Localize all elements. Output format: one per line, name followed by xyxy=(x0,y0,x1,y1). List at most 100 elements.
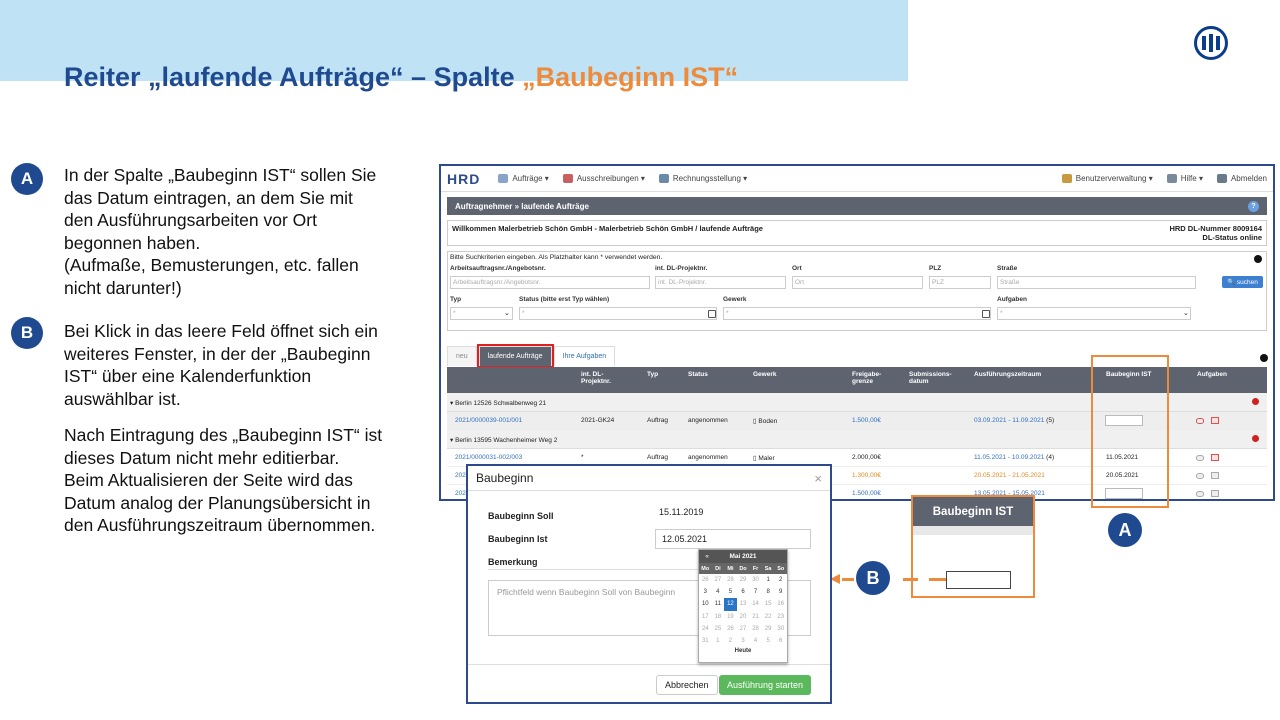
gewerk-checkbox[interactable] xyxy=(982,310,990,318)
calendar-icon[interactable] xyxy=(1211,490,1219,497)
label-strasse: Straße xyxy=(997,265,1018,272)
label-aufgaben: Aufgaben xyxy=(997,296,1027,303)
chat-icon[interactable] xyxy=(1196,455,1204,461)
calendar-day[interactable]: 23 xyxy=(774,611,787,623)
calendar-day[interactable]: 2 xyxy=(724,635,737,647)
calendar-day[interactable]: 30 xyxy=(749,574,762,586)
calendar-day[interactable]: 10 xyxy=(699,598,712,610)
zoom-empty-field[interactable] xyxy=(946,571,1011,589)
calendar-day[interactable]: 26 xyxy=(699,574,712,586)
welcome-text: Willkommen Malerbetrieb Schön GmbH - Mal… xyxy=(452,224,763,233)
calendar-day[interactable]: 1 xyxy=(762,574,775,586)
calendar-day[interactable]: 18 xyxy=(712,611,725,623)
calendar-day[interactable]: 29 xyxy=(762,623,775,635)
label-ort: Ort xyxy=(792,265,802,272)
calendar-day[interactable]: 27 xyxy=(712,574,725,586)
nav-rechnungsstellung[interactable]: Rechnungsstellung ▾ xyxy=(658,174,747,183)
close-icon[interactable]: × xyxy=(814,471,822,486)
auftrag-input[interactable]: Arbeitsauftragsnr./Angebotsnr. xyxy=(450,276,650,289)
calendar-day[interactable]: 4 xyxy=(749,635,762,647)
collapse-icon[interactable] xyxy=(1254,255,1262,263)
calendar-day[interactable]: 6 xyxy=(774,635,787,647)
help-circle-icon[interactable]: ? xyxy=(1248,200,1259,212)
tab-laufende-auftraege[interactable]: laufende Aufträge xyxy=(476,344,554,368)
cell-typ: Auftrag xyxy=(647,417,668,424)
calendar-day[interactable]: 2 xyxy=(774,574,787,586)
chevron-down-icon: ⌄ xyxy=(504,310,510,317)
calendar-day[interactable]: 4 xyxy=(712,586,725,598)
calendar-day[interactable]: 5 xyxy=(762,635,775,647)
tab-ihre-aufgaben[interactable]: Ihre Aufgaben xyxy=(553,346,616,366)
baubeginn-ist-field[interactable]: 12.05.2021 xyxy=(655,529,811,549)
calendar-day[interactable]: 30 xyxy=(774,623,787,635)
calendar-day[interactable]: 26 xyxy=(724,623,737,635)
calendar-day[interactable]: 27 xyxy=(737,623,750,635)
cell-freigabe: 1.300,00€ xyxy=(852,472,881,479)
calendar-day[interactable]: 31 xyxy=(699,635,712,647)
users-icon xyxy=(1061,174,1072,183)
calendar-day[interactable]: 28 xyxy=(724,574,737,586)
month-label[interactable]: Mai 2021 xyxy=(715,553,771,560)
projekt-input[interactable]: int. DL-Projektnr. xyxy=(655,276,786,289)
calendar-day[interactable]: 28 xyxy=(749,623,762,635)
para-b-line: Datum analog der Planungsübersicht in xyxy=(64,492,371,513)
calendar-icon[interactable] xyxy=(1211,454,1219,461)
chat-icon[interactable] xyxy=(1196,418,1204,424)
calendar-day[interactable]: 29 xyxy=(737,574,750,586)
nav-benutzerverwaltung[interactable]: Benutzerverwaltung ▾ xyxy=(1061,174,1153,183)
cancel-button[interactable]: Abbrechen xyxy=(656,675,718,695)
order-link[interactable]: 2021/0000031-002/003 xyxy=(455,454,522,461)
calendar-day[interactable]: 7 xyxy=(749,586,762,598)
calendar-day[interactable]: 19 xyxy=(724,611,737,623)
cell-freigabe: 1.500,00€ xyxy=(852,417,881,424)
calendar-icon[interactable] xyxy=(1211,472,1219,479)
chat-icon[interactable] xyxy=(1196,491,1204,497)
calendar-day[interactable]: 9 xyxy=(774,586,787,598)
calendar-day[interactable]: 20 xyxy=(737,611,750,623)
collapse-icon[interactable] xyxy=(1260,354,1268,362)
order-link[interactable]: 2021/0000039-001/001 xyxy=(455,417,522,424)
calendar-day[interactable]: 15 xyxy=(762,598,775,610)
gewerk-select[interactable]: * xyxy=(723,307,991,320)
calendar-day[interactable]: 25 xyxy=(712,623,725,635)
calendar-day[interactable]: 17 xyxy=(699,611,712,623)
order-link[interactable]: 202 xyxy=(455,490,466,497)
nav-auftraege[interactable]: Aufträge ▾ xyxy=(498,174,549,183)
tab-neu[interactable]: neu xyxy=(447,346,477,366)
calendar-day[interactable]: 21 xyxy=(749,611,762,623)
nav-hilfe[interactable]: Hilfe ▾ xyxy=(1166,174,1203,183)
calendar-day[interactable]: 12 xyxy=(724,598,737,611)
hrd-logo[interactable]: HRD xyxy=(447,171,480,187)
prev-month-icon[interactable]: « xyxy=(699,553,715,560)
calendar-day[interactable]: 3 xyxy=(737,635,750,647)
calendar-day[interactable]: 6 xyxy=(737,586,750,598)
status-checkbox[interactable] xyxy=(708,310,716,318)
calendar-day[interactable]: 5 xyxy=(724,586,737,598)
cell-typ: Auftrag xyxy=(647,454,668,461)
day-grid: 26 27 28 29 30 1 2 3 4 5 6 7 8 9 10 11 12 13 14 15 16 17 18 19 2… xyxy=(699,574,787,647)
nav-abmelden[interactable]: Abmelden xyxy=(1216,174,1267,183)
calendar-day[interactable]: 22 xyxy=(762,611,775,623)
today-button[interactable]: Heute xyxy=(699,648,787,654)
ort-input[interactable]: Ort xyxy=(792,276,923,289)
col-projekt: int. DL- Projektnr. xyxy=(581,371,611,385)
calendar-day[interactable]: 1 xyxy=(712,635,725,647)
strasse-input[interactable]: Straße xyxy=(997,276,1196,289)
calendar-day[interactable]: 3 xyxy=(699,586,712,598)
calendar-day[interactable]: 8 xyxy=(762,586,775,598)
aufgaben-select[interactable]: * xyxy=(997,307,1191,320)
col-typ: Typ xyxy=(647,371,659,378)
calendar-day[interactable]: 14 xyxy=(749,598,762,610)
plz-input[interactable]: PLZ xyxy=(929,276,991,289)
calendar-day[interactable]: 11 xyxy=(712,598,725,610)
calendar-icon[interactable] xyxy=(1211,417,1219,424)
calendar-day[interactable]: 13 xyxy=(737,598,750,610)
calendar-day[interactable]: 24 xyxy=(699,623,712,635)
nav-ausschreibungen[interactable]: Ausschreibungen ▾ xyxy=(562,174,645,183)
calendar-day[interactable]: 16 xyxy=(774,598,787,610)
start-execution-button[interactable]: Ausführung starten xyxy=(719,675,812,695)
order-link[interactable]: 202 xyxy=(455,472,466,479)
status-select[interactable]: * xyxy=(519,307,717,320)
search-button[interactable]: 🔍 suchen xyxy=(1222,276,1263,288)
chat-icon[interactable] xyxy=(1196,473,1204,479)
